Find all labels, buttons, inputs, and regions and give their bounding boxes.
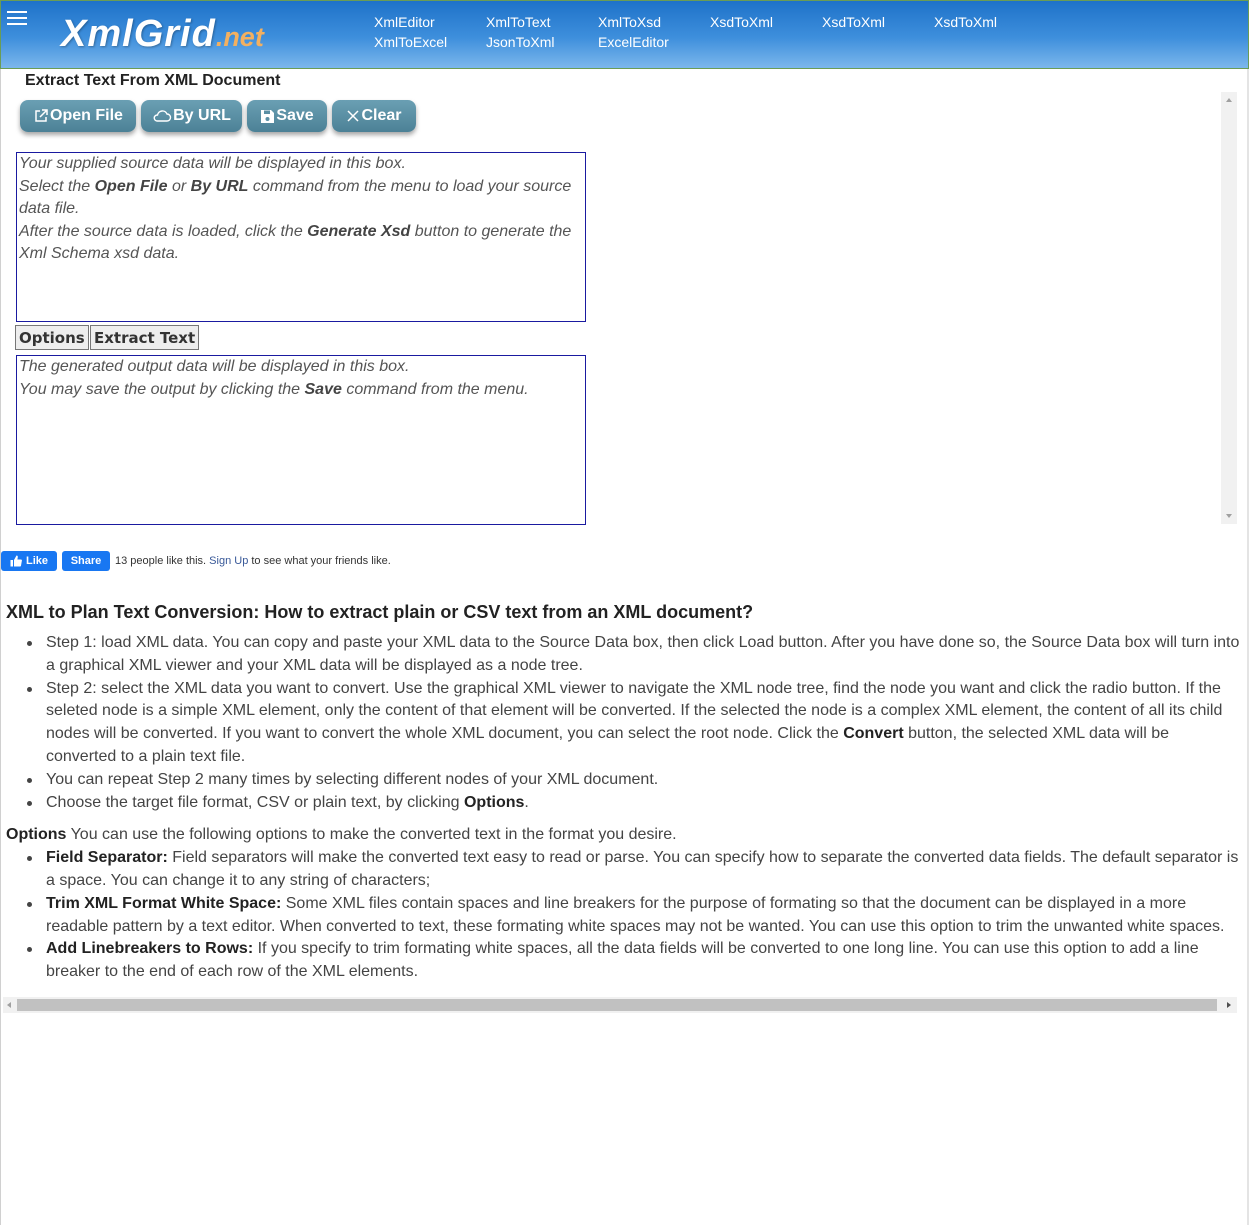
nav-link-xsdtoxml-1[interactable]: XsdToXml [710, 14, 773, 30]
site-logo[interactable]: XmlGrid.net [61, 13, 264, 56]
open-file-button[interactable]: Open File [20, 100, 136, 132]
external-link-icon [35, 109, 48, 122]
save-label: Save [276, 107, 314, 124]
options-intro: Options You can use the following option… [6, 826, 677, 844]
horizontal-scrollbar[interactable] [3, 997, 1237, 1013]
list-item: Choose the target file format, CSV or pl… [27, 792, 1240, 815]
nav-link-xmltoxsd[interactable]: XmlToXsd [598, 14, 661, 30]
floppy-disk-icon [261, 109, 275, 123]
source-hint-line-2: Select the Open File or By URL command f… [19, 177, 572, 218]
close-icon [347, 110, 360, 122]
scroll-down-arrow-icon[interactable] [1226, 514, 1232, 518]
nav-link-xsdtoxml-3[interactable]: XsdToXml [934, 14, 997, 30]
list-item: Step 1: load XML data. You can copy and … [27, 632, 1240, 678]
logo-main-text: XmlGrid [61, 13, 216, 55]
options-list: Field Separator: Field separators will m… [0, 847, 1240, 984]
nav-link-jsontoxml[interactable]: JsonToXml [486, 34, 554, 50]
output-hint-line-2: You may save the output by clicking the … [19, 380, 529, 398]
list-item: Step 2: select the XML data you want to … [27, 678, 1240, 769]
page-title: Extract Text From XML Document [25, 72, 281, 89]
source-hint-line-1: Your supplied source data will be displa… [19, 155, 406, 172]
scroll-right-arrow-icon[interactable] [1227, 1002, 1231, 1008]
site-header: XmlGrid.net XmlEditor XmlToText XmlToXsd… [0, 0, 1249, 69]
cloud-icon [153, 110, 172, 122]
facebook-share-button[interactable]: Share [62, 551, 110, 571]
scroll-up-arrow-icon[interactable] [1226, 98, 1232, 102]
article-title: XML to Plan Text Conversion: How to extr… [6, 602, 754, 622]
panel-vertical-scrollbar[interactable] [1221, 92, 1237, 524]
logo-extension-text: .net [215, 22, 264, 52]
hamburger-menu-icon[interactable] [7, 11, 27, 27]
clear-label: Clear [361, 107, 402, 124]
nav-link-exceleditor[interactable]: ExcelEditor [598, 34, 669, 50]
options-button[interactable]: Options [15, 325, 89, 350]
source-hint-line-3: After the source data is loaded, click t… [19, 222, 572, 263]
facebook-like-button[interactable]: Like [1, 551, 57, 571]
save-button[interactable]: Save [247, 100, 327, 132]
scroll-left-arrow-icon[interactable] [7, 1002, 11, 1008]
open-file-label: Open File [50, 107, 123, 124]
page-frame-left [0, 0, 1, 1225]
clear-button[interactable]: Clear [332, 100, 416, 132]
facebook-signup-link[interactable]: Sign Up [209, 555, 248, 567]
article-body: Step 1: load XML data. You can copy and … [0, 632, 1240, 984]
facebook-like-label: Like [25, 555, 48, 567]
thumbs-up-icon [10, 555, 22, 567]
steps-list: Step 1: load XML data. You can copy and … [0, 632, 1240, 814]
output-hint-line-1: The generated output data will be displa… [19, 358, 410, 375]
by-url-button[interactable]: By URL [141, 100, 242, 132]
nav-link-xmltotext[interactable]: XmlToText [486, 14, 551, 30]
output-data-box[interactable]: The generated output data will be displa… [16, 355, 586, 525]
list-item: You can repeat Step 2 many times by sele… [27, 769, 1240, 792]
facebook-like-count: 13 people like this. Sign Up to see what… [115, 555, 391, 567]
source-data-box[interactable]: Your supplied source data will be displa… [16, 152, 586, 322]
extract-text-button[interactable]: Extract Text [90, 325, 200, 350]
scrollbar-thumb[interactable] [17, 999, 1217, 1011]
nav-link-xmleditor[interactable]: XmlEditor [374, 14, 435, 30]
list-item: Field Separator: Field separators will m… [27, 847, 1240, 893]
nav-link-xmltoexcel[interactable]: XmlToExcel [374, 34, 447, 50]
list-item: Trim XML Format White Space: Some XML fi… [27, 893, 1240, 939]
list-item: Add Linebreakers to Rows: If you specify… [27, 938, 1240, 984]
by-url-label: By URL [173, 107, 231, 124]
nav-link-xsdtoxml-2[interactable]: XsdToXml [822, 14, 885, 30]
